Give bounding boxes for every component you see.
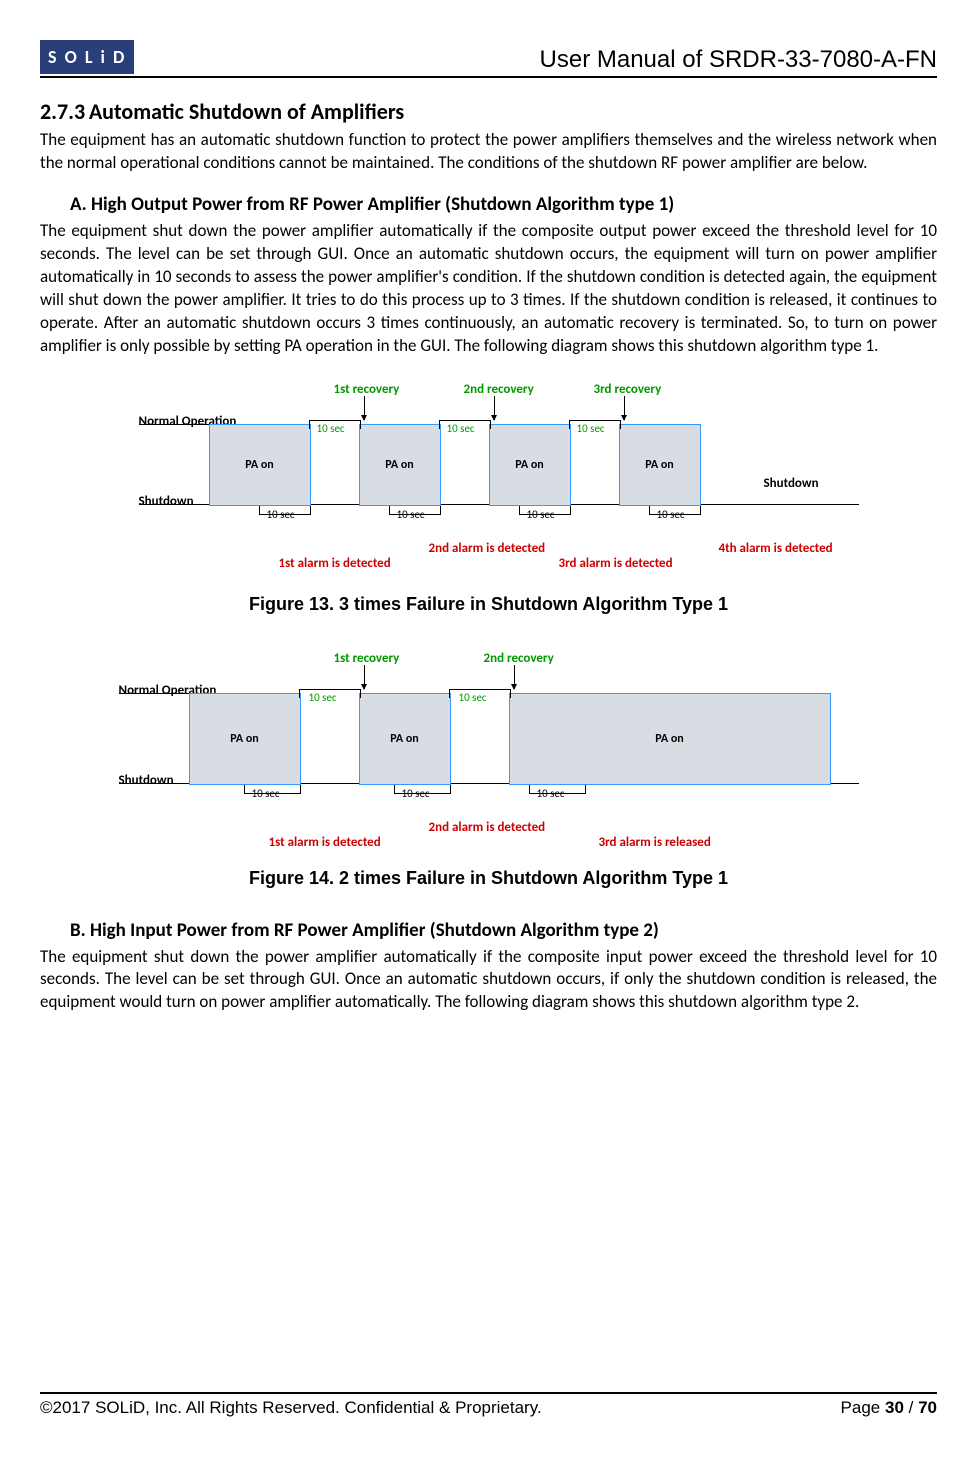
label-1st-recovery-14: 1st recovery (334, 651, 400, 666)
doc-title: User Manual of SRDR-33-7080-A-FN (540, 46, 937, 74)
label-10sec-top-1: 10 sec (317, 422, 345, 435)
page-footer: ©2017 SOLiD, Inc. All Rights Reserved. C… (40, 1392, 937, 1418)
page-word: Page (841, 1398, 885, 1417)
section-intro: The equipment has an automatic shutdown … (40, 129, 937, 175)
figure-14-caption: Figure 14. 2 times Failure in Shutdown A… (40, 868, 937, 889)
label-2nd-recovery: 2nd recovery (464, 382, 534, 397)
subsection-a-heading: A. High Output Power from RF Power Ampli… (70, 193, 937, 216)
label-10sec-bot-1: 10 sec (267, 508, 295, 521)
label-10sec-bot-3: 10 sec (527, 508, 555, 521)
section-number: 2.7.3 (40, 98, 85, 125)
pa-on-block-2: PA on (359, 424, 441, 506)
label-10sec-top-2: 10 sec (447, 422, 475, 435)
pa-on-block-4: PA on (619, 424, 701, 506)
subsection-b-body: The equipment shut down the power amplif… (40, 946, 937, 1015)
label-2nd-alarm-14: 2nd alarm is detected (429, 820, 546, 835)
label-2nd-alarm: 2nd alarm is detected (429, 541, 546, 556)
page-current: 30 (885, 1398, 904, 1417)
label-10sec-bot-2: 10 sec (397, 508, 425, 521)
copyright: ©2017 SOLiD, Inc. All Rights Reserved. C… (40, 1398, 542, 1418)
label-3rd-recovery: 3rd recovery (594, 382, 662, 397)
label-10sec-bot-1-14: 10 sec (252, 787, 280, 800)
label-2nd-recovery-14: 2nd recovery (484, 651, 554, 666)
label-shutdown-left: Shutdown (139, 494, 194, 509)
label-10sec-top-3: 10 sec (577, 422, 605, 435)
label-10sec-bot-2-14: 10 sec (402, 787, 430, 800)
subsection-b-heading: B. High Input Power from RF Power Amplif… (70, 919, 937, 942)
label-10sec-top-2-14: 10 sec (459, 691, 487, 704)
pa-on-block-1-14: PA on (189, 693, 301, 785)
pa-on-block-3-14: PA on (509, 693, 831, 785)
pa-on-block-2-14: PA on (359, 693, 451, 785)
label-4th-alarm: 4th alarm is detected (719, 541, 833, 556)
arrow-3rd-recovery (624, 396, 625, 420)
figure-14-diagram: Normal Operation Shutdown PA on PA on PA… (109, 645, 869, 860)
label-3rd-alarm-released-14: 3rd alarm is released (599, 835, 711, 850)
label-1st-alarm: 1st alarm is detected (279, 556, 391, 571)
arrow-2nd-recovery (494, 396, 495, 420)
pa-on-block-3: PA on (489, 424, 571, 506)
logo: S O L i D (40, 40, 134, 74)
section-2-7-3-heading: 2.7.3 Automatic Shutdown of Amplifiers (40, 98, 937, 125)
label-10sec-bot-4: 10 sec (657, 508, 685, 521)
figure-13-diagram: Normal Operation Shutdown Shutdown PA on… (109, 376, 869, 586)
label-1st-recovery: 1st recovery (334, 382, 400, 397)
label-shutdown-right: Shutdown (764, 476, 819, 491)
page-sep: / (904, 1398, 918, 1417)
subsection-a-body: The equipment shut down the power amplif… (40, 220, 937, 358)
label-10sec-top-1-14: 10 sec (309, 691, 337, 704)
page-header: S O L i D User Manual of SRDR-33-7080-A-… (40, 40, 937, 78)
label-shutdown-14: Shutdown (119, 773, 174, 788)
section-title: Automatic Shutdown of Amplifiers (89, 98, 404, 125)
page-total: 70 (918, 1398, 937, 1417)
pa-on-block-1: PA on (209, 424, 311, 506)
arrow-1st-recovery-14 (364, 665, 365, 689)
page: S O L i D User Manual of SRDR-33-7080-A-… (0, 0, 977, 1438)
label-10sec-bot-3-14: 10 sec (537, 787, 565, 800)
label-1st-alarm-14: 1st alarm is detected (269, 835, 381, 850)
figure-13-caption: Figure 13. 3 times Failure in Shutdown A… (40, 594, 937, 615)
label-3rd-alarm: 3rd alarm is detected (559, 556, 673, 571)
arrow-1st-recovery (364, 396, 365, 420)
arrow-2nd-recovery-14 (514, 665, 515, 689)
page-number: Page 30 / 70 (841, 1398, 937, 1418)
